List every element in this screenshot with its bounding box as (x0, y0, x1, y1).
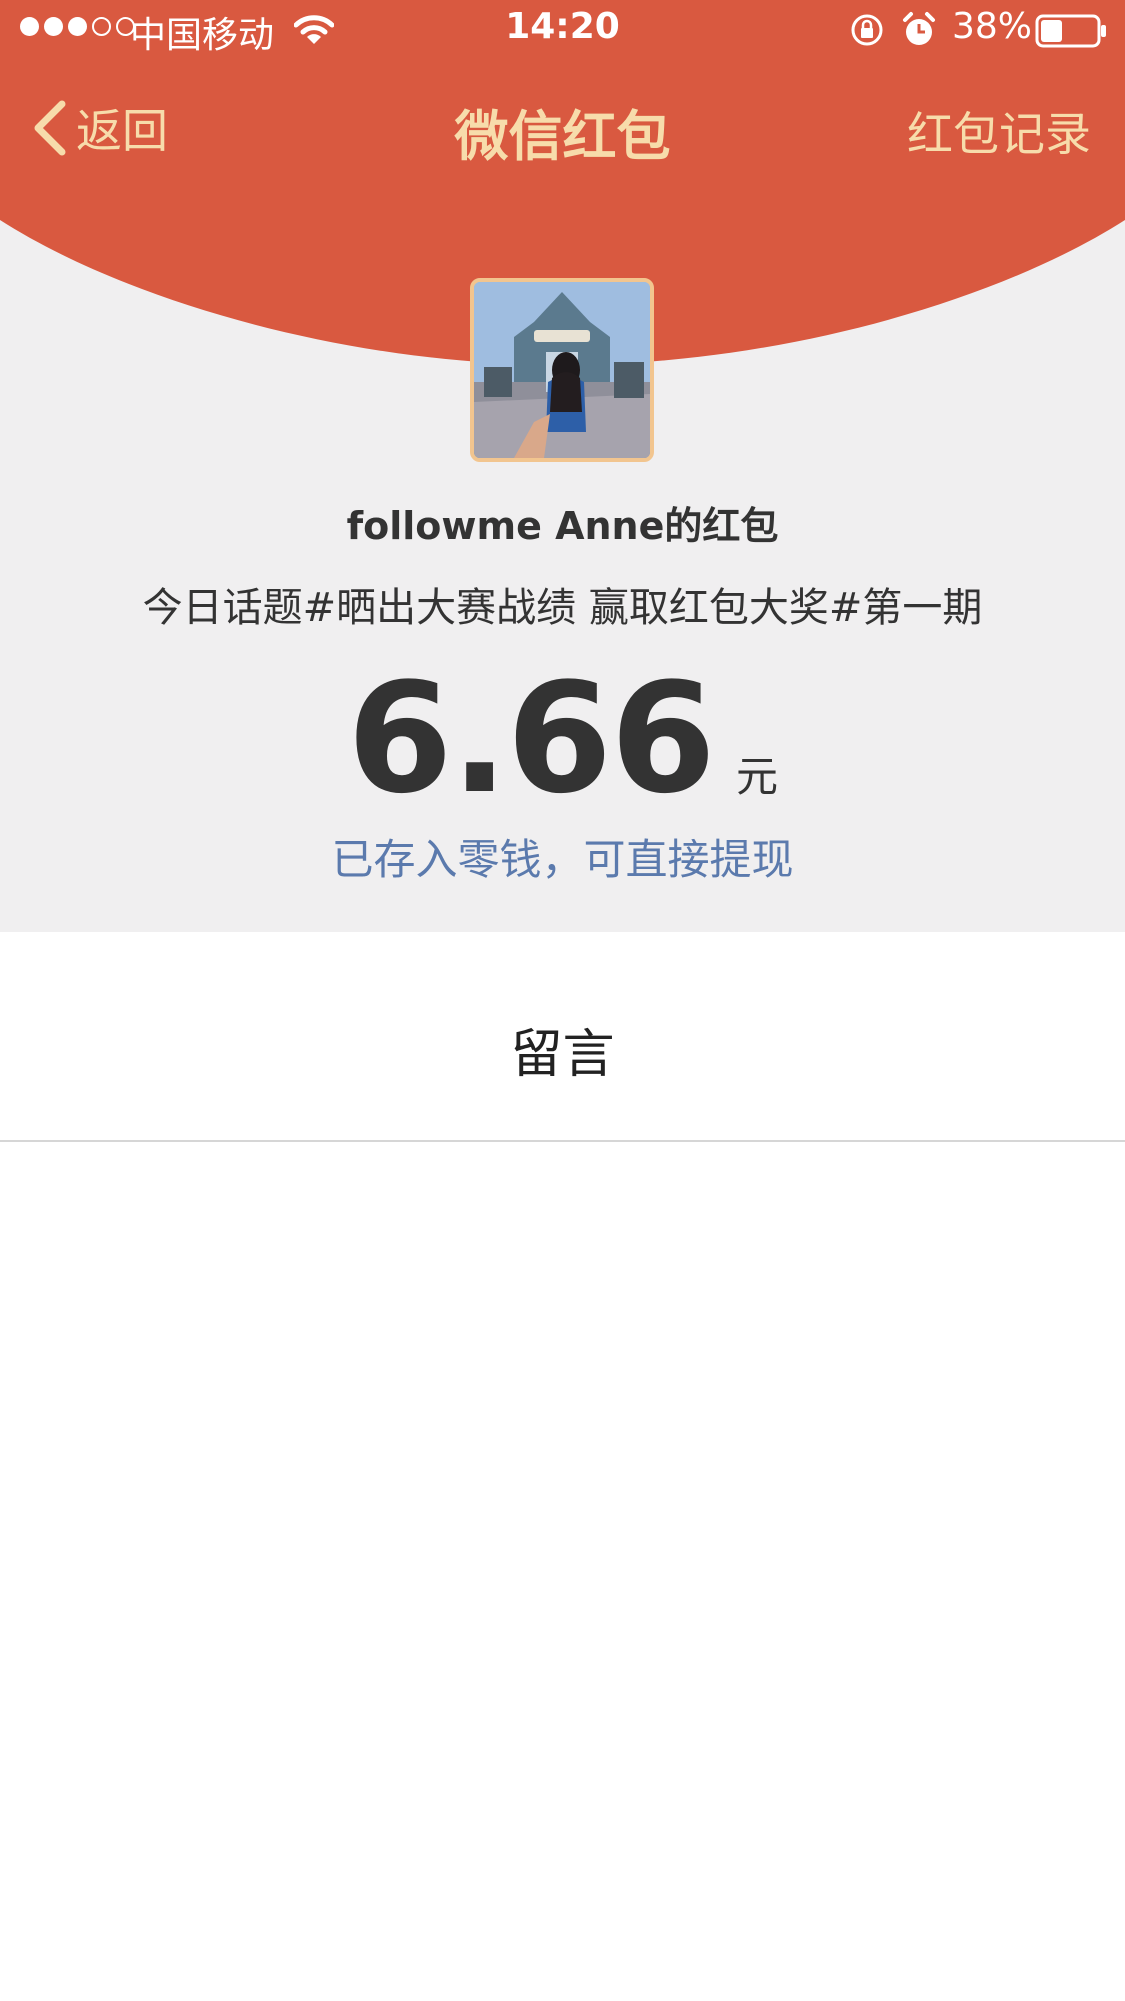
amount-row: 6.66 元 (0, 650, 1125, 827)
divider (0, 1140, 1125, 1142)
battery-fill (1041, 20, 1062, 42)
sender-name: followme Anne的红包 (346, 504, 779, 548)
red-packet-summary: 中国移动 14:20 38% 返回 微信红包 红包记录 followme Ann… (0, 0, 1125, 932)
amount-value: 6.66 (346, 650, 716, 827)
status-bar: 中国移动 14:20 38% (0, 0, 1125, 64)
amount-unit: 元 (736, 752, 779, 801)
alarm-icon (903, 12, 935, 45)
battery-icon (1035, 14, 1106, 48)
packet-greeting: 今日话题#晒出大赛战绩 赢取红包大奖#第一期 (142, 585, 983, 631)
battery-percent: 38% (952, 6, 1033, 47)
avatar[interactable] (470, 278, 654, 462)
wallet-link[interactable]: 已存入零钱，可直接提现 (0, 826, 1125, 887)
packet-records-button[interactable]: 红包记录 (907, 98, 1091, 164)
rotation-lock-icon (851, 14, 883, 46)
avatar-photo (474, 282, 650, 458)
message-section-title: 留言 (510, 1025, 615, 1085)
